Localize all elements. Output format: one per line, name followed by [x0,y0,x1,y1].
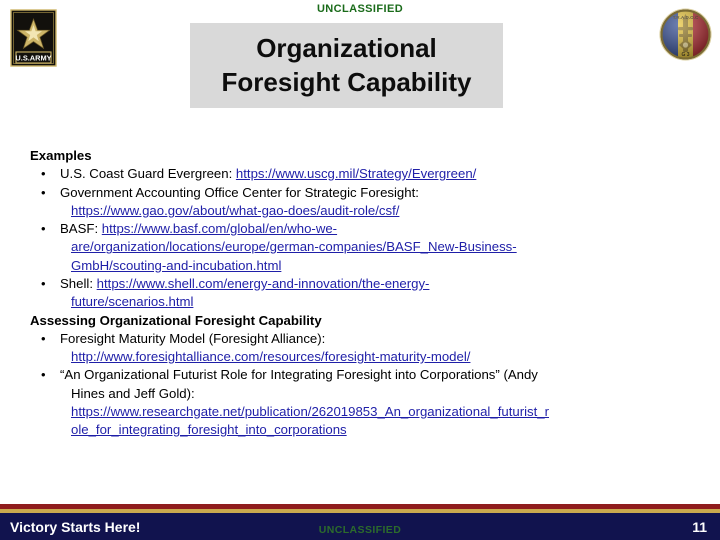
bullet-text: Shell: https://www.shell.com/energy-and-… [60,275,694,293]
hyperlink[interactable]: https://www.researchgate.net/publication… [71,404,549,419]
bullet-text: Foresight Maturity Model (Foresight Alli… [60,330,694,348]
hyperlink[interactable]: https://www.uscg.mil/Strategy/Evergreen/ [236,166,476,181]
hyperlink[interactable]: https://www.basf.com/global/en/who-we- [102,221,337,236]
slide-body-content: Examples • U.S. Coast Guard Evergreen: htt… [30,147,694,440]
body-text: Government Accounting Office Center for … [60,184,419,200]
bullet-continuation-line: https://www.gao.gov/about/what-gao-does/… [71,202,694,220]
hyperlink[interactable]: GmbH/scouting-and-incubation.html [71,258,281,273]
body-text: BASF: [60,221,102,237]
bullet-marker-icon: • [41,330,46,346]
tradoc-roundel-emblem: T.R.A.D.O.C G 3 [658,7,713,62]
body-text: “An Organizational Futurist Role for Int… [60,367,538,383]
body-text: Foresight Maturity Model (Foresight Alli… [60,330,326,346]
bullet-marker-icon: • [41,275,46,291]
slide-title-box: Organizational Foresight Capability [190,23,503,108]
bullet-item: • “An Organizational Futurist Role for In… [30,366,694,384]
hyperlink[interactable]: ole_for_integrating_foresight_into_corpo… [71,422,347,437]
bullet-continuation-line: ole_for_integrating_foresight_into_corpo… [71,421,694,439]
hyperlink[interactable]: are/organization/locations/europe/german… [71,239,517,254]
hyperlink[interactable]: http://www.foresightalliance.com/resourc… [71,349,470,364]
page-title-line-2: Foresight Capability [221,66,472,97]
us-army-star-logo: U.S.ARMY [8,8,61,70]
bullet-continuation-line: https://www.researchgate.net/publication… [71,403,694,421]
hyperlink[interactable]: https://www.gao.gov/about/what-gao-does/… [71,203,399,218]
bullet-marker-icon: • [41,166,46,182]
bullet-text: BASF: https://www.basf.com/global/en/who… [60,220,694,238]
bullet-item: • Government Accounting Office Center for… [30,184,694,202]
classification-banner-top: UNCLASSIFIED [316,3,404,15]
bullet-text: “An Organizational Futurist Role for Int… [60,366,694,384]
slide-canvas: UNCLASSIFIED U.S.ARMY Organizational For… [0,0,720,540]
page-number: 11 [692,519,707,535]
bullet-text: U.S. Coast Guard Evergreen: https://www.… [60,165,694,183]
bullet-item: • U.S. Coast Guard Evergreen: https://www… [30,165,694,183]
body-text: Shell: [60,275,97,291]
bullet-continuation-line: Hines and Jeff Gold): [71,385,694,403]
bullet-marker-icon: • [41,367,46,383]
body-text: U.S. Coast Guard Evergreen: [60,166,236,182]
bullet-marker-icon: • [41,184,46,200]
bullet-continuation-line: future/scenarios.html [71,293,694,311]
bullet-continuation-line: GmbH/scouting-and-incubation.html [71,257,694,275]
bullet-continuation-line: http://www.foresightalliance.com/resourc… [71,348,694,366]
section-heading: Assessing Organizational Foresight Capab… [30,312,322,328]
bullet-item: • Shell: https://www.shell.com/energy-and… [30,275,694,293]
hyperlink[interactable]: https://www.shell.com/energy-and-innovat… [97,276,430,291]
page-title-line-1: Organizational [256,33,437,64]
bullet-item: • BASF: https://www.basf.com/global/en/wh… [30,220,694,238]
body-text: Hines and Jeff Gold): [71,385,195,401]
bullet-item: • Foresight Maturity Model (Foresight All… [30,330,694,348]
bullet-text: Government Accounting Office Center for … [60,184,694,202]
hyperlink[interactable]: future/scenarios.html [71,294,193,309]
us-army-wordmark: U.S.ARMY [15,53,51,62]
classification-banner-bottom: UNCLASSIFIED [318,524,402,536]
bullet-marker-icon: • [41,221,46,237]
bullet-continuation-line: are/organization/locations/europe/german… [71,238,694,256]
section-heading: Examples [30,148,92,163]
